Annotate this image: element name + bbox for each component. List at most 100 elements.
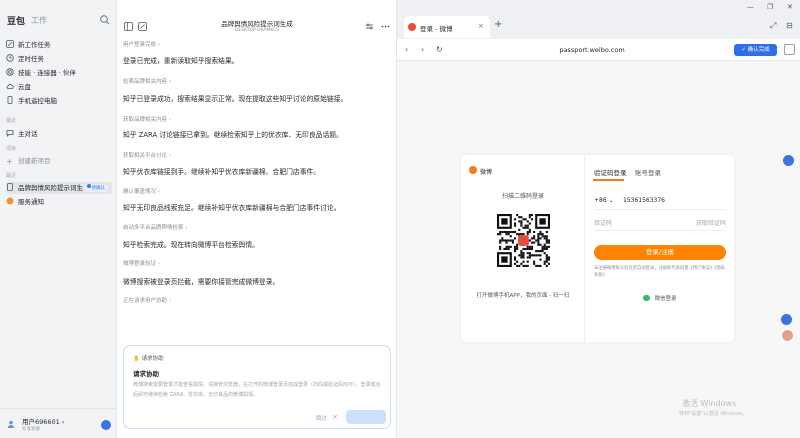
assistant-float-icon[interactable] [783, 155, 794, 166]
user-profile[interactable]: 用户696601 › 标准套餐 [0, 408, 116, 438]
sidebar-header: 豆包 工作 [7, 14, 111, 30]
clock-icon [6, 54, 14, 62]
tab-account-login[interactable]: 账号登录 [635, 167, 661, 177]
status-dot [86, 184, 91, 188]
forward-icon[interactable]: › [421, 45, 424, 54]
assist-description: 微博搜索需要登录才能查看舆情。请接管浏览器，在打开的微博登录页完成登录（扫码或验… [133, 382, 381, 398]
close-button[interactable]: × [332, 413, 338, 421]
history-item-label: 品牌舆情风险提示词生 [18, 184, 83, 192]
tab-close-icon[interactable]: × [478, 22, 484, 30]
more-icon[interactable] [381, 22, 390, 31]
cloud-icon [6, 84, 14, 89]
document-icon [7, 183, 13, 191]
step-label[interactable]: 获取相关平台讨论 › [123, 151, 171, 159]
assistant-message: 登录已完成，重新读取知乎搜索结果。 [123, 57, 239, 65]
assist-tag: ✋ 请求协助 [133, 354, 164, 362]
sidebar-item-label: 新工作任务 [18, 41, 51, 49]
chat-panel: 品牌舆情风险提示词生成 DESKTOP-U6AMKCS 用户登录完成 › 登录已… [117, 0, 397, 438]
weibo-favicon [408, 23, 416, 31]
web-page: 微博 扫描二维码登录 打开微博手机APP，我的页面 - 扫一扫 验证码登录 账号… [397, 62, 800, 438]
confirm-label: 确认完成 [747, 47, 770, 53]
assistant-message: 知乎无印良品线索充足。继续补知乎优衣库新疆棉与合肥门店事件讨论。 [123, 204, 341, 212]
back-icon[interactable]: ‹ [405, 45, 408, 54]
get-code-link[interactable]: 获取验证码 [696, 218, 726, 227]
assist-title: 请求协助 [133, 370, 159, 378]
chat-title: 品牌舆情风险提示词生成 [221, 20, 293, 28]
step-label[interactable]: 微博登录验证 › [123, 259, 160, 267]
step-label[interactable]: 获取品牌相关内容 › [123, 115, 171, 123]
url-field[interactable]: passport.weibo.com [517, 46, 667, 54]
phone-field[interactable]: +86 ⌄ 15361563376 [594, 192, 726, 210]
country-code-select[interactable]: +86 ⌄ [594, 197, 614, 204]
app-window: 豆包 工作 新工作任务 定时任务 技能 · 连接器 · 伙伴 云盘 手机遥控电脑… [0, 0, 800, 438]
search-icon[interactable] [99, 14, 111, 26]
send-button[interactable] [346, 410, 386, 424]
history-item-active[interactable]: 品牌舆情风险提示词生 待确认 [6, 182, 112, 194]
close-window-icon[interactable]: ✕ [787, 3, 793, 11]
avatar [7, 420, 15, 428]
create-project-button[interactable]: + 创建新项目 [6, 155, 112, 167]
chat-device: DESKTOP-U6AMKCS [234, 28, 280, 33]
sidebar-item-label: 主对话 [18, 130, 38, 138]
login-register-button[interactable]: 登录/注册 [594, 245, 726, 260]
assistant-message: 知乎 ZARA 讨论链接已拿到。继续检索知乎上的优衣库、无印良品话题。 [123, 131, 343, 139]
qr-title: 扫描二维码登录 [501, 193, 544, 200]
section-label: 最近 [6, 173, 17, 179]
collapse-icon[interactable]: ⊟ [786, 21, 793, 30]
open-external-icon[interactable] [784, 44, 795, 55]
skip-button[interactable]: 跳过 [316, 414, 327, 422]
expand-icon[interactable]: ⤢ [770, 21, 776, 31]
wechat-icon [643, 295, 651, 301]
assist-request-card: ✋ 请求协助 请求协助 微博搜索需要登录才能查看舆情。请接管浏览器，在打开的微博… [123, 345, 391, 429]
sidebar-item-skills[interactable]: 技能 · 连接器 · 伙伴 [6, 67, 112, 79]
sidebar-item-label: 定时任务 [18, 55, 44, 63]
sidebar-item-cloud[interactable]: 云盘 [6, 81, 112, 93]
phone-icon [7, 96, 13, 104]
code-field[interactable]: 验证码 获取验证码 [594, 213, 726, 231]
sidebar-item-scheduled[interactable]: 定时任务 [6, 53, 112, 65]
new-tab-button[interactable]: + [494, 19, 502, 30]
tab-sms-login[interactable]: 验证码登录 [594, 167, 627, 177]
wechat-login-button[interactable]: 微信登录 [594, 294, 726, 302]
hand-icon: ✋ [133, 356, 142, 362]
chat-icon [6, 130, 14, 137]
minimize-icon[interactable]: — [747, 3, 754, 11]
sidebar-item-new-task[interactable]: 新工作任务 [6, 39, 112, 51]
assistant-message: 微博搜索被登录页拦截，需要你接管完成微博登录。 [123, 278, 280, 286]
sidebar-item-remote[interactable]: 手机遥控电脑 [6, 95, 112, 107]
status-badge: 待确认 [83, 184, 108, 192]
qr-code[interactable] [497, 214, 550, 267]
login-card: 微博 扫描二维码登录 打开微博手机APP，我的页面 - 扫一扫 验证码登录 账号… [461, 155, 734, 342]
sidebar-item-main-chat[interactable]: 主对话 [6, 128, 112, 140]
section-label: 最近 [6, 118, 17, 124]
sidebar-toggle-icon[interactable] [124, 22, 133, 31]
step-label[interactable]: 正在请求用户协助 › [123, 296, 171, 304]
confirm-done-button[interactable]: ✓ 确认完成 [734, 44, 777, 56]
avatar-float-icon[interactable] [781, 329, 794, 342]
code-placeholder: 验证码 [594, 220, 613, 227]
brand-name: 豆包 [7, 17, 26, 27]
maximize-icon[interactable]: ❐ [767, 3, 773, 11]
weibo-brand: 微博 [480, 169, 493, 176]
step-label[interactable]: 用户登录完成 › [123, 40, 160, 48]
status-badge-label: 待确认 [91, 186, 106, 191]
tab-bar: — ❐ ✕ 登录 - 微博 × + ⤢ ⊟ [397, 0, 800, 39]
chat-header: 品牌舆情风险提示词生成 DESKTOP-U6AMKCS [117, 0, 397, 38]
history-item-notice[interactable]: 服务通知 [6, 196, 112, 208]
qr-tip: 打开微博手机APP，我的页面 - 扫一扫 [476, 293, 570, 299]
step-label[interactable]: 确认覆盖情况 › [123, 187, 160, 195]
assistant-message: 知乎优衣库链接到手。继续补知乎优衣库新疆棉、合肥门店事件。 [123, 168, 321, 176]
sliders-icon[interactable] [365, 22, 374, 31]
new-chat-icon[interactable] [138, 22, 147, 31]
address-bar: ‹ › ↻ passport.weibo.com ✓ 确认完成 [397, 39, 800, 61]
step-label[interactable]: 检索品牌相关内容 › [123, 77, 171, 85]
helper-float-icon[interactable] [781, 314, 792, 325]
assist-tag-label: 请求协助 [141, 356, 164, 362]
windows-watermark-title: 激活 Windows [682, 399, 737, 408]
step-label[interactable]: 启动多平台品牌舆情检索 › [123, 223, 187, 231]
reload-icon[interactable]: ↻ [436, 45, 443, 54]
browser-panel: — ❐ ✕ 登录 - 微博 × + ⤢ ⊟ ‹ › ↻ passport.wei… [397, 0, 800, 438]
user-settings-button[interactable] [101, 420, 111, 430]
assistant-message: 知乎已登录成功，搜索结果显示正常。现在提取这些知乎讨论的原始链接。 [123, 95, 348, 103]
browser-tab[interactable]: 登录 - 微博 × [404, 16, 490, 38]
